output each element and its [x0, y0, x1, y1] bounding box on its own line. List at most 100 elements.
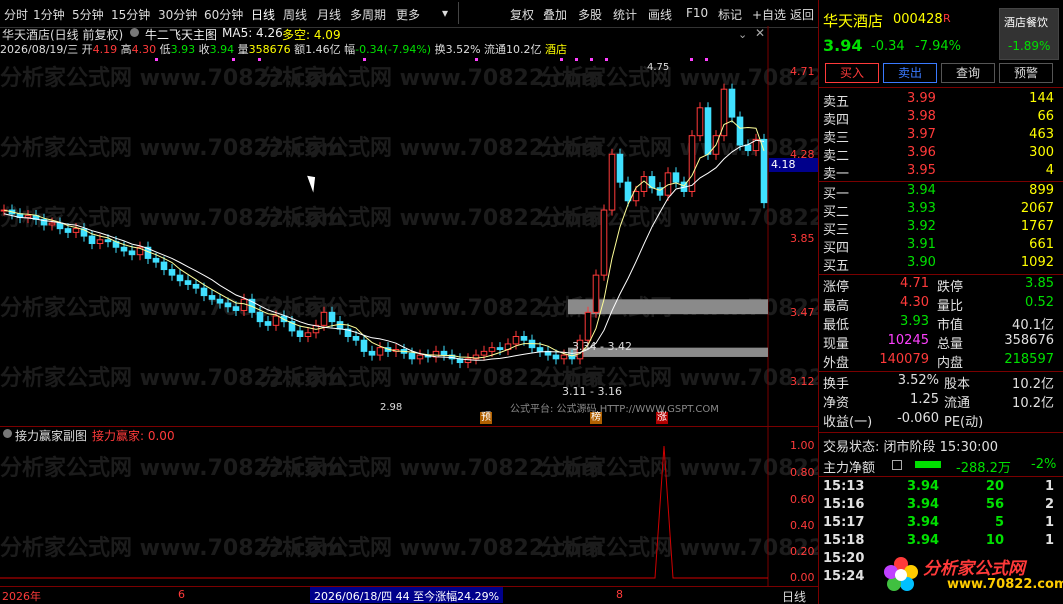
tool-button-3[interactable]: 统计	[613, 6, 637, 23]
period-tab-3[interactable]: 15分钟	[111, 6, 150, 23]
sell-button[interactable]: 卖出	[883, 63, 937, 83]
candle-body[interactable]	[440, 350, 448, 356]
candle-body[interactable]	[616, 153, 624, 183]
marker-yu[interactable]: 预	[480, 412, 492, 424]
candle-body[interactable]	[552, 354, 560, 360]
bid-row[interactable]: 买一 3.94 899	[819, 183, 1063, 202]
candle-body[interactable]	[368, 350, 376, 356]
more-dropdown-icon[interactable]: ▾	[442, 6, 448, 20]
ask-row[interactable]: 卖五 3.99 144	[819, 91, 1063, 110]
bid-row[interactable]: 买五 3.90 1092	[819, 255, 1063, 274]
period-tab-5[interactable]: 60分钟	[204, 6, 243, 23]
tool-button-7[interactable]: +自选	[752, 6, 786, 23]
candle-body[interactable]	[176, 274, 184, 282]
candle-body[interactable]	[704, 107, 712, 155]
ask-row[interactable]: 卖四 3.98 66	[819, 109, 1063, 128]
candle-body[interactable]	[152, 257, 160, 263]
candle-body[interactable]	[72, 228, 80, 233]
candle-body[interactable]	[64, 228, 72, 233]
candle-body[interactable]	[360, 339, 368, 352]
candle-body[interactable]	[352, 335, 360, 341]
tool-button-8[interactable]: 返回	[790, 6, 814, 23]
candle-body[interactable]	[608, 153, 616, 211]
period-tab-10[interactable]: 更多	[396, 6, 420, 23]
marker-bang[interactable]: 榜	[590, 412, 602, 424]
bid-row[interactable]: 买三 3.92 1767	[819, 219, 1063, 238]
query-button[interactable]: 查询	[941, 63, 995, 83]
period-tab-1[interactable]: 1分钟	[33, 6, 65, 23]
tool-button-5[interactable]: F10	[686, 6, 708, 20]
candle-body[interactable]	[256, 311, 264, 323]
sub-chart[interactable]: 接力赢家副图 接力赢家: 0.00 1.00 0.80 0.60 0.40 0.…	[0, 426, 818, 586]
candle-body[interactable]	[520, 335, 528, 341]
buy-button[interactable]: 买入	[825, 63, 879, 83]
candle-body[interactable]	[336, 321, 344, 330]
marker-zhang[interactable]: 涨	[656, 412, 668, 424]
candlestick-svg[interactable]	[0, 26, 818, 426]
candle-body[interactable]	[120, 246, 128, 252]
candle-body[interactable]	[592, 274, 600, 313]
candle-body[interactable]	[480, 350, 488, 356]
candle-body[interactable]	[728, 88, 736, 118]
candle-body[interactable]	[264, 321, 272, 326]
candle-body[interactable]	[184, 280, 192, 285]
period-tab-7[interactable]: 周线	[283, 6, 307, 23]
ask-row[interactable]: 卖三 3.97 463	[819, 127, 1063, 146]
alert-button[interactable]: 预警	[999, 63, 1053, 83]
status-period[interactable]: 日线	[782, 588, 806, 604]
main-chart[interactable]: 华天酒店(日线 前复权) 牛二飞天主图 MA5: 4.26 多空: 4.09 ⌄…	[0, 26, 818, 426]
tool-button-4[interactable]: 画线	[648, 6, 672, 23]
candle-body[interactable]	[192, 283, 200, 289]
candle-body[interactable]	[56, 222, 64, 230]
candle-body[interactable]	[760, 138, 768, 204]
period-tab-4[interactable]: 30分钟	[158, 6, 197, 23]
candle-body[interactable]	[560, 354, 568, 360]
candle-body[interactable]	[496, 347, 504, 351]
candle-body[interactable]	[376, 347, 384, 356]
candle-body[interactable]	[96, 239, 104, 245]
candle-body[interactable]	[536, 347, 544, 352]
candle-body[interactable]	[48, 222, 56, 226]
sub-chart-svg[interactable]	[0, 426, 818, 586]
bid-row[interactable]: 买四 3.91 661	[819, 237, 1063, 256]
candle-body[interactable]	[272, 315, 280, 326]
period-tab-2[interactable]: 5分钟	[72, 6, 104, 23]
candle-body[interactable]	[296, 330, 304, 337]
tool-button-6[interactable]: 标记	[718, 6, 742, 23]
candle-body[interactable]	[232, 306, 240, 311]
candle-body[interactable]	[168, 269, 176, 276]
candle-body[interactable]	[584, 311, 592, 341]
ask-row[interactable]: 卖一 3.95 4	[819, 163, 1063, 182]
candle-body[interactable]	[600, 209, 608, 276]
ask-row[interactable]: 卖二 3.96 300	[819, 145, 1063, 164]
candle-body[interactable]	[304, 332, 312, 337]
candle-body[interactable]	[224, 302, 232, 308]
candle-body[interactable]	[512, 335, 520, 345]
candle-body[interactable]	[408, 352, 416, 360]
candle-body[interactable]	[104, 239, 112, 243]
candle-body[interactable]	[208, 295, 216, 300]
candle-body[interactable]	[128, 250, 136, 256]
candle-body[interactable]	[672, 172, 680, 183]
period-tab-6[interactable]: 日线	[251, 6, 275, 23]
candle-body[interactable]	[216, 298, 224, 304]
sector-box[interactable]: 酒店餐饮 -1.89%	[999, 8, 1059, 60]
period-tab-9[interactable]: 多周期	[350, 6, 386, 23]
candle-body[interactable]	[640, 176, 648, 192]
tool-button-0[interactable]: 复权	[510, 6, 534, 23]
bid-row[interactable]: 买二 3.93 2067	[819, 201, 1063, 220]
candle-body[interactable]	[200, 287, 208, 297]
candle-body[interactable]	[160, 261, 168, 271]
candle-body[interactable]	[624, 181, 632, 202]
candle-body[interactable]	[696, 107, 704, 137]
candle-body[interactable]	[88, 235, 96, 245]
candle-body[interactable]	[24, 215, 32, 218]
period-tab-0[interactable]: 分时	[4, 6, 28, 23]
candle-body[interactable]	[320, 311, 328, 326]
candle-body[interactable]	[328, 311, 336, 323]
candle-body[interactable]	[488, 347, 496, 352]
period-tab-8[interactable]: 月线	[317, 6, 341, 23]
list-icon[interactable]	[892, 460, 902, 470]
candle-body[interactable]	[744, 144, 752, 152]
candle-body[interactable]	[416, 354, 424, 360]
